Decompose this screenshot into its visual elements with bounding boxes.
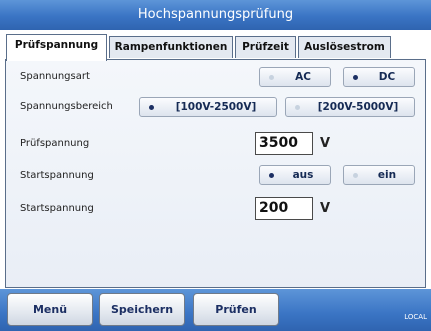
range-200-5000-label: [200V-5000V] xyxy=(317,101,399,113)
tab-pruefspannung[interactable]: Prüfspannung xyxy=(6,34,107,61)
radio-unselected-icon xyxy=(295,105,300,110)
spannungsbereich-label: Spannungsbereich xyxy=(20,101,113,112)
ac-radio-button[interactable]: AC xyxy=(259,67,331,87)
startspannung-input[interactable]: 200 xyxy=(255,197,313,220)
spannungsart-label: Spannungsart xyxy=(20,71,90,82)
pruefspannung-unit: V xyxy=(320,136,331,151)
range-200-5000-radio-button[interactable]: [200V-5000V] xyxy=(285,97,415,117)
tab-pruefzeit[interactable]: Prüfzeit xyxy=(235,36,296,58)
radio-unselected-icon xyxy=(269,75,274,80)
radio-unselected-icon xyxy=(353,173,358,178)
aus-label: aus xyxy=(292,169,314,181)
window-title: Hochspannungsprüfung xyxy=(0,0,431,30)
range-100-2500-label: [100V-2500V] xyxy=(175,101,257,113)
pruefspannung-input[interactable]: 3500 xyxy=(255,132,313,155)
startspannung-unit: V xyxy=(320,201,331,216)
radio-selected-icon xyxy=(353,75,358,80)
radio-selected-icon xyxy=(269,173,274,178)
radio-selected-icon xyxy=(149,105,154,110)
dc-radio-button[interactable]: DC xyxy=(343,67,415,87)
settings-panel: Spannungsart AC DC Spannungsbereich [100… xyxy=(5,59,426,288)
startspannung-value-label: Startspannung xyxy=(20,203,94,214)
pruefspannung-label: Prüfspannung xyxy=(20,138,90,149)
tab-strip: Prüfspannung Rampenfunktionen Prüfzeit A… xyxy=(6,34,426,61)
hv-test-screen: Hochspannungsprüfung Prüfspannung Rampen… xyxy=(0,0,431,331)
startspannung-mode-label: Startspannung xyxy=(20,170,94,181)
test-button[interactable]: Prüfen xyxy=(193,293,279,326)
tab-rampenfunktionen[interactable]: Rampenfunktionen xyxy=(109,36,233,58)
range-100-2500-radio-button[interactable]: [100V-2500V] xyxy=(139,97,277,117)
ein-label: ein xyxy=(377,169,397,181)
bottom-bar: Menü Speichern Prüfen LOCAL xyxy=(0,289,431,331)
ac-radio-label: AC xyxy=(295,71,311,83)
startspannung-ein-radio-button[interactable]: ein xyxy=(343,165,415,185)
local-status-indicator: LOCAL xyxy=(404,313,427,321)
menu-button[interactable]: Menü xyxy=(7,293,93,326)
dc-radio-label: DC xyxy=(378,71,396,83)
startspannung-aus-radio-button[interactable]: aus xyxy=(259,165,331,185)
save-button[interactable]: Speichern xyxy=(99,293,185,326)
tab-ausloesestrom[interactable]: Auslösestrom xyxy=(298,36,391,58)
